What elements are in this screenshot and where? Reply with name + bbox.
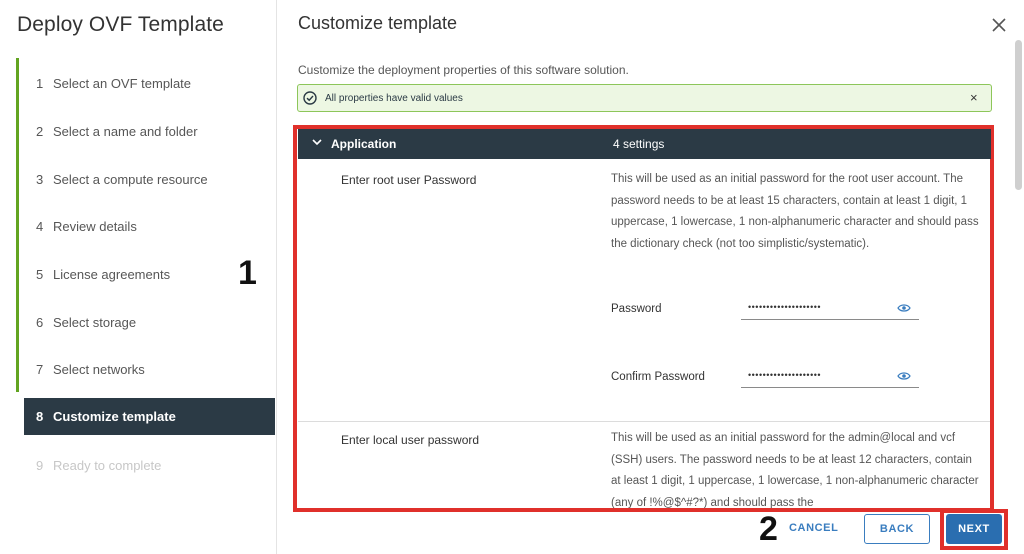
step-number: 4 [36,219,44,234]
step-license-agreements[interactable]: 5 License agreements [36,267,170,282]
alert-message: All properties have valid values [325,93,463,104]
page-subtitle: Customize the deployment properties of t… [298,63,629,77]
annotation-number-1: 1 [238,254,257,292]
local-password-label: Enter local user password [341,433,480,447]
step-ready-to-complete: 9 Ready to complete [36,458,161,473]
chevron-down-icon [312,139,322,146]
step-select-compute-resource[interactable]: 3 Select a compute resource [36,172,208,187]
step-label: Select a compute resource [53,172,208,187]
back-button[interactable]: BACK [864,514,930,544]
cancel-button[interactable]: CANCEL [789,522,838,534]
confirm-password-value: •••••••••••••••••••• [748,370,822,380]
close-icon[interactable] [992,16,1006,36]
root-password-input[interactable]: •••••••••••••••••••• [741,300,919,320]
step-label: Customize template [53,409,176,424]
eye-icon[interactable] [897,303,911,313]
section-name: Application [331,137,397,151]
property-divider [298,421,990,422]
step-label: Select a name and folder [53,124,198,139]
confirm-password-field-label: Confirm Password [611,371,705,383]
alert-close-icon[interactable]: × [970,90,978,105]
step-number: 1 [36,76,44,91]
step-select-ovf-template[interactable]: 1 Select an OVF template [36,76,191,91]
step-customize-template[interactable]: 8 Customize template [24,398,275,435]
check-circle-icon [303,91,317,105]
step-number: 5 [36,267,44,282]
wizard-title: Deploy OVF Template [17,13,224,36]
step-label: Select an OVF template [53,76,192,91]
step-review-details[interactable]: 4 Review details [36,219,137,234]
section-setting-count: 4 settings [613,137,665,151]
progress-line [16,58,19,392]
annotation-number-2: 2 [759,510,778,548]
next-button[interactable]: NEXT [946,514,1002,544]
page-title: Customize template [298,13,458,33]
step-label: Review details [53,219,137,234]
eye-icon[interactable] [897,371,911,381]
root-confirm-password-input[interactable]: •••••••••••••••••••• [741,368,919,388]
section-header-application[interactable]: Application 4 settings [298,129,991,159]
step-number: 9 [36,458,44,473]
step-number: 7 [36,362,44,377]
step-label: Select storage [53,315,137,330]
wizard-sidebar: Deploy OVF Template 1 Select an OVF templ… [0,0,276,554]
step-number: 8 [36,409,44,424]
scrollbar-thumb[interactable] [1015,40,1022,190]
password-field-label: Password [611,303,662,315]
step-select-storage[interactable]: 6 Select storage [36,315,136,330]
step-number: 3 [36,172,44,187]
step-label: Select networks [53,362,145,377]
root-password-description: This will be used as an initial password… [611,173,979,250]
step-label: License agreements [53,267,171,282]
validation-alert: All properties have valid values × [297,84,992,112]
root-password-label: Enter root user Password [341,173,477,187]
step-label: Ready to complete [53,458,162,473]
step-number: 6 [36,315,44,330]
step-select-networks[interactable]: 7 Select networks [36,362,145,377]
sidebar-divider [276,0,277,554]
step-select-name-folder[interactable]: 2 Select a name and folder [36,124,198,139]
password-value: •••••••••••••••••••• [748,302,822,312]
local-password-description: This will be used as an initial password… [611,432,979,508]
step-number: 2 [36,124,44,139]
